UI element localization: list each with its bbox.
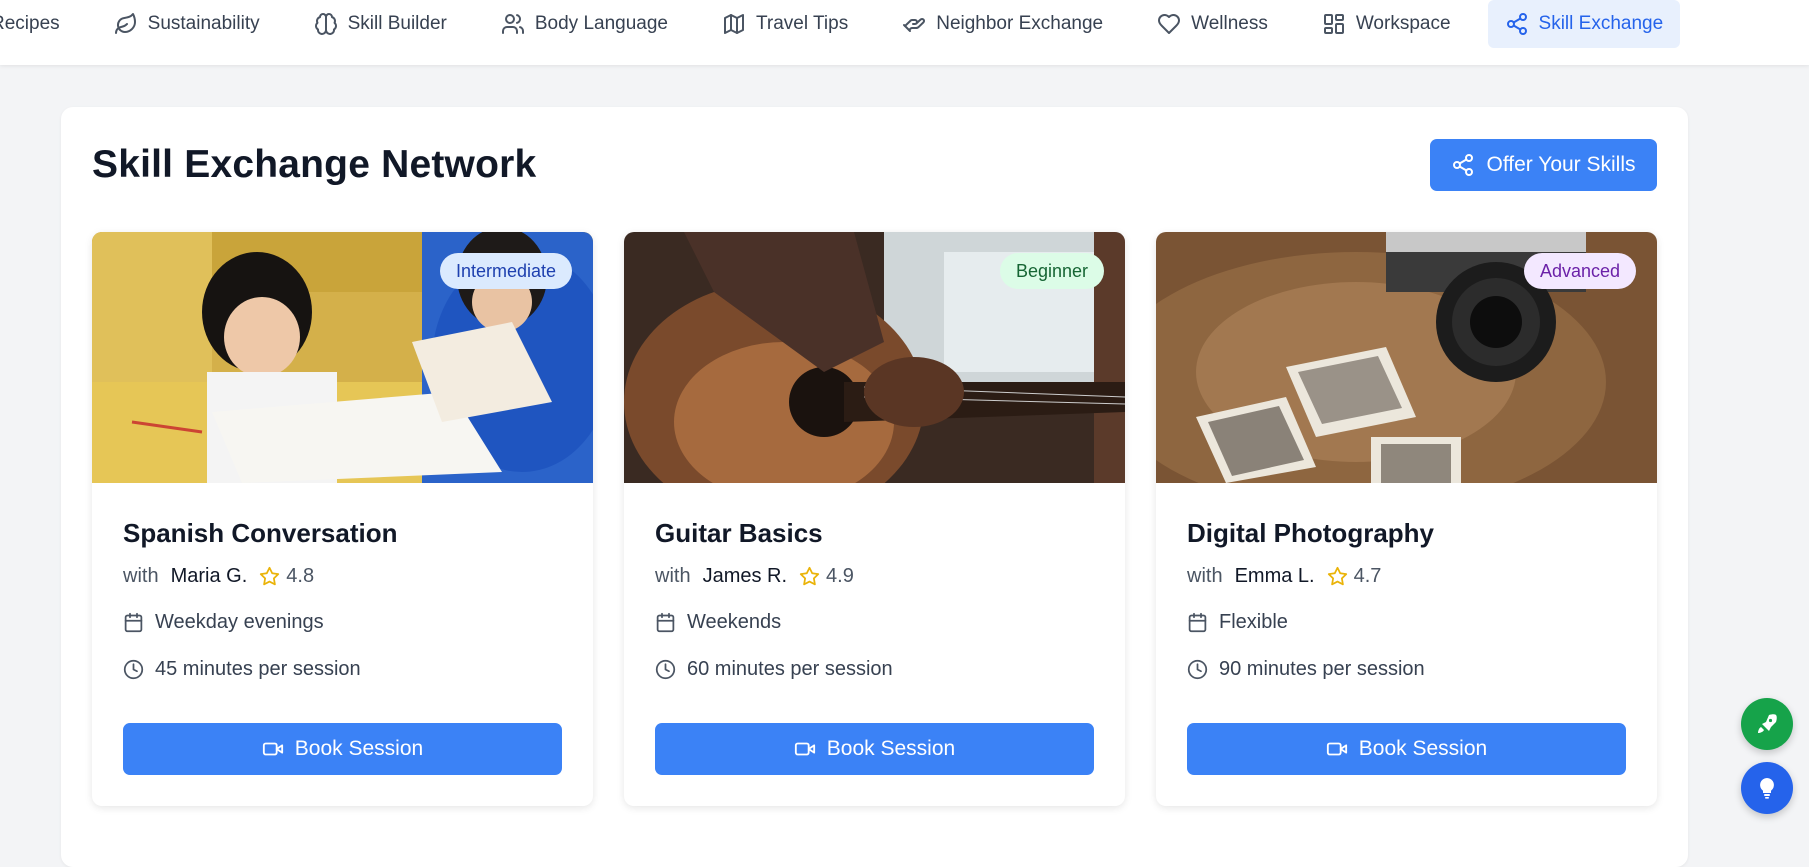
- card-title: Spanish Conversation: [123, 518, 398, 548]
- layout-grid-icon: [1323, 13, 1344, 34]
- book-session-button[interactable]: Book Session: [1187, 723, 1626, 775]
- schedule-text: Weekday evenings: [155, 611, 324, 633]
- card-title: Guitar Basics: [655, 518, 823, 548]
- duration-row: 60 minutes per session: [655, 658, 893, 681]
- clock-icon: [655, 659, 676, 680]
- book-session-button[interactable]: Book Session: [123, 723, 562, 775]
- nav-item-label: Skill Builder: [347, 12, 447, 34]
- offer-skills-button[interactable]: Offer Your Skills: [1430, 139, 1657, 191]
- users-icon: [501, 13, 524, 34]
- nav-item-travel-tips[interactable]: Travel Tips: [705, 0, 865, 48]
- share-icon: [1453, 154, 1474, 176]
- nav-item-workspace[interactable]: Workspace: [1305, 0, 1468, 48]
- nav-item-label: Recipes: [0, 12, 60, 34]
- nav-item-label: Travel Tips: [756, 12, 849, 34]
- rating-value: 4.8: [286, 565, 315, 587]
- duration-text: 90 minutes per session: [1219, 658, 1425, 680]
- star-icon: [799, 566, 820, 586]
- nav-item-label: Skill Exchange: [1538, 12, 1664, 34]
- lightbulb-icon: [1760, 778, 1774, 799]
- clock-icon: [123, 659, 144, 680]
- with-label: with: [1187, 565, 1223, 587]
- skill-exchange-panel: Skill Exchange Network Offer Your Skills: [61, 107, 1688, 867]
- duration-row: 90 minutes per session: [1187, 658, 1425, 681]
- book-session-label: Book Session: [826, 737, 956, 760]
- handshake-icon: [903, 17, 926, 32]
- nav-item-label: Sustainability: [147, 12, 260, 34]
- level-badge: Intermediate: [439, 253, 572, 289]
- nav-item-recipes[interactable]: Recipes: [0, 0, 77, 48]
- star-icon: [1327, 566, 1347, 586]
- leaf-icon: [114, 12, 136, 34]
- teacher-name[interactable]: Maria G.: [171, 565, 248, 588]
- nav-item-label: Body Language: [534, 12, 668, 34]
- nav-item-wellness[interactable]: Wellness: [1140, 0, 1285, 48]
- video-icon: [1326, 742, 1347, 756]
- teacher-row: with Emma L. 4.7: [1187, 565, 1381, 588]
- nav-item-label: Workspace: [1355, 12, 1451, 34]
- duration-text: 45 minutes per session: [155, 658, 361, 680]
- rating-value: 4.7: [1353, 565, 1382, 587]
- nav-item-label: Neighbor Exchange: [936, 12, 1104, 34]
- rating-value: 4.9: [826, 565, 854, 587]
- calendar-icon: [1188, 612, 1207, 633]
- heart-icon: [1158, 13, 1181, 34]
- calendar-icon: [124, 612, 143, 633]
- with-label: with: [123, 565, 159, 587]
- schedule-text: Weekends: [687, 611, 782, 633]
- share-icon: [1506, 12, 1527, 35]
- level-badge: Beginner: [999, 253, 1104, 289]
- card-title: Digital Photography: [1187, 518, 1434, 548]
- rocket-icon: [1758, 714, 1777, 733]
- video-icon: [794, 742, 815, 756]
- star-icon: [260, 566, 280, 586]
- map-icon: [724, 13, 744, 34]
- video-icon: [262, 742, 283, 756]
- lightbulb-fab-button[interactable]: [1741, 762, 1793, 814]
- offer-skills-label: Offer Your Skills: [1486, 153, 1636, 176]
- skill-card: Advanced Digital Photography with Emma L…: [1156, 232, 1657, 806]
- level-badge: Advanced: [1523, 253, 1636, 289]
- schedule-text: Flexible: [1219, 611, 1288, 633]
- schedule-row: Weekends: [655, 611, 781, 634]
- schedule-row: Weekday evenings: [123, 611, 324, 634]
- with-label: with: [655, 565, 691, 587]
- nav-item-body-language[interactable]: Body Language: [484, 0, 685, 48]
- nav-item-neighbor-exchange[interactable]: Neighbor Exchange: [885, 0, 1120, 48]
- teacher-row: with James R. 4.9: [655, 565, 854, 588]
- nav-track: Recipes Sustainability Skill Builder Bod…: [0, 0, 1700, 65]
- nav-item-label: Wellness: [1191, 12, 1268, 34]
- nav-item-sustainability[interactable]: Sustainability: [97, 0, 277, 48]
- book-session-label: Book Session: [294, 737, 424, 760]
- teacher-row: with Maria G. 4.8: [123, 565, 314, 588]
- book-session-button[interactable]: Book Session: [655, 723, 1094, 775]
- duration-text: 60 minutes per session: [687, 658, 893, 680]
- page-title: Skill Exchange Network: [92, 143, 537, 186]
- teacher-name[interactable]: Emma L.: [1235, 565, 1315, 588]
- teacher-name[interactable]: James R.: [703, 565, 787, 588]
- skill-card: Intermediate Spanish Conversation with M…: [92, 232, 593, 806]
- brain-icon: [314, 12, 337, 35]
- schedule-row: Flexible: [1187, 611, 1288, 634]
- clock-icon: [1187, 659, 1208, 680]
- nav-item-skill-builder[interactable]: Skill Builder: [297, 0, 464, 48]
- top-navigation: Recipes Sustainability Skill Builder Bod…: [0, 0, 1809, 65]
- calendar-icon: [656, 612, 675, 633]
- skill-card: Beginner Guitar Basics with James R. 4.9…: [624, 232, 1125, 806]
- book-session-label: Book Session: [1358, 737, 1488, 760]
- duration-row: 45 minutes per session: [123, 658, 361, 681]
- nav-item-skill-exchange[interactable]: Skill Exchange: [1487, 0, 1681, 48]
- rocket-fab-button[interactable]: [1741, 698, 1793, 750]
